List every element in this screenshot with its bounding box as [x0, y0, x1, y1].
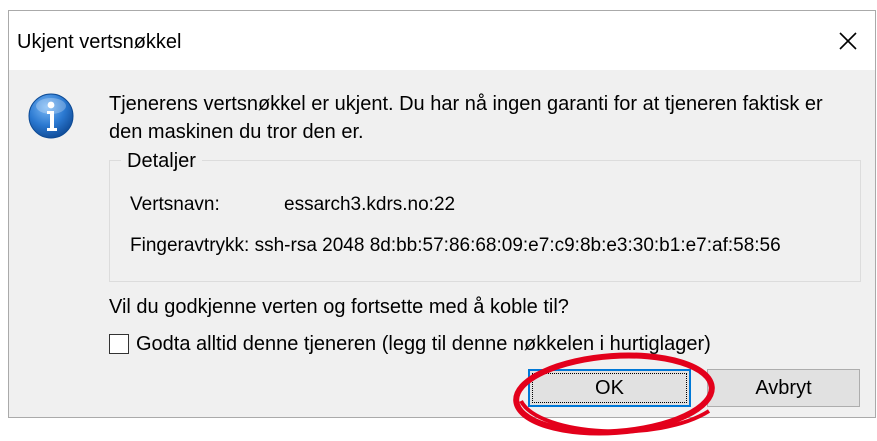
checkbox-box[interactable] — [109, 334, 129, 354]
details-group: Detaljer Vertsnavn: essarch3.kdrs.no:22 F… — [109, 149, 861, 282]
close-button[interactable] — [821, 11, 875, 70]
info-icon — [28, 93, 74, 139]
host-row: Vertsnavn: essarch3.kdrs.no:22 — [130, 193, 455, 217]
checkbox-label: Godta alltid denne tjeneren (legg til de… — [136, 333, 711, 355]
ok-button[interactable]: OK — [528, 369, 691, 407]
host-value: essarch3.kdrs.no:22 — [284, 194, 456, 215]
question-text: Vil du godkjenne verten og fortsette med… — [109, 296, 569, 318]
always-accept-checkbox[interactable]: Godta alltid denne tjeneren (legg til de… — [109, 332, 711, 356]
fingerprint-label: Fingeravtrykk: — [130, 235, 250, 256]
cancel-button-label: Avbryt — [755, 376, 812, 399]
title-bar: Ukjent vertsnøkkel — [9, 11, 875, 70]
details-legend: Detaljer — [121, 149, 202, 173]
close-icon — [839, 31, 857, 50]
fingerprint-row: Fingeravtrykk: ssh-rsa 2048 8d:bb:57:86:… — [130, 234, 781, 258]
focus-rectangle — [532, 373, 687, 403]
cancel-button[interactable]: Avbryt — [707, 369, 860, 407]
host-key-dialog: Ukjent vertsnøkkel Tjenerens vertsnøkkel… — [8, 10, 876, 436]
dialog-message: Tjenerens vertsnøkkel er ukjent. Du har … — [109, 93, 823, 143]
fingerprint-value: ssh-rsa 2048 8d:bb:57:86:68:09:e7:c9:8b:… — [254, 235, 781, 256]
dialog-title: Ukjent vertsnøkkel — [17, 31, 182, 53]
host-label: Vertsnavn: — [130, 194, 220, 215]
